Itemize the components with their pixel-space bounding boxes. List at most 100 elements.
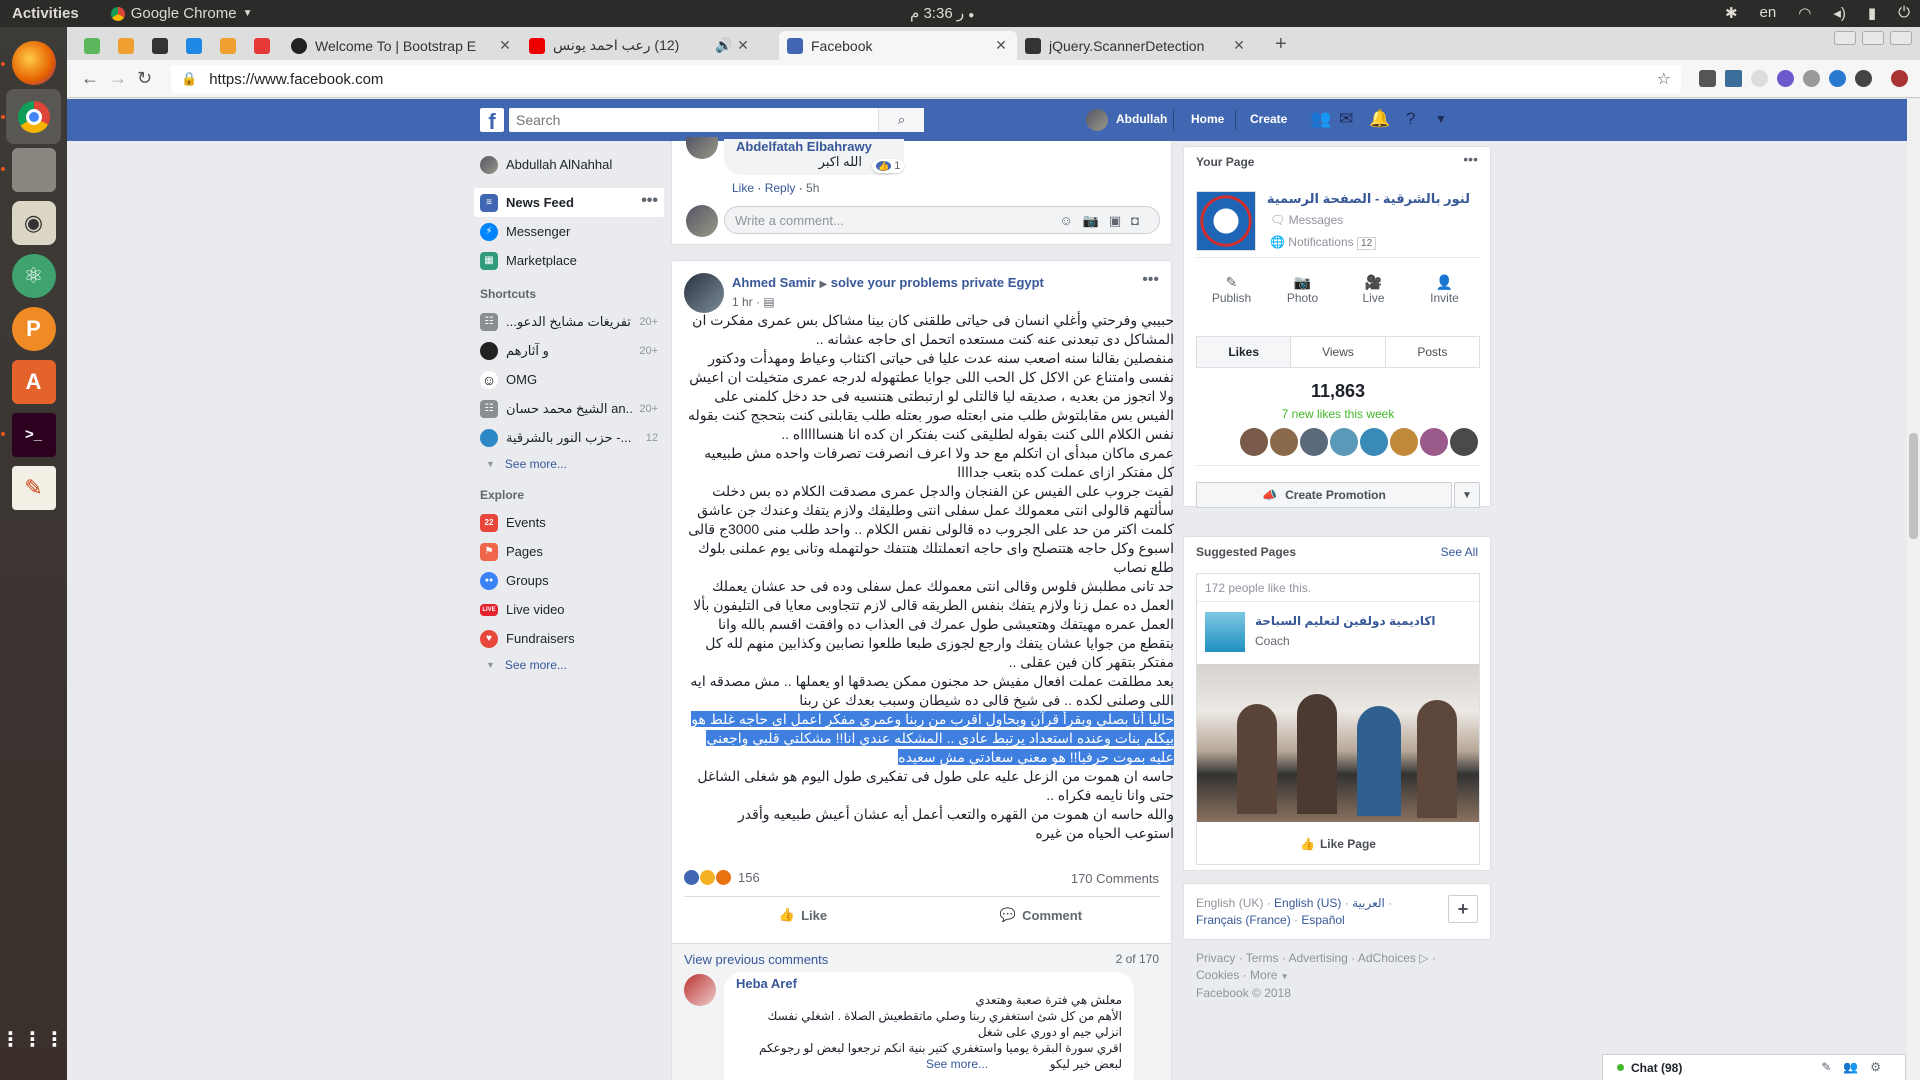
extension-icon[interactable] xyxy=(1725,70,1742,87)
new-tab-button[interactable]: + xyxy=(1275,33,1287,56)
sidebar-item-news-feed[interactable]: ≡ News Feed ••• xyxy=(474,188,664,217)
sidebar-item-pages[interactable]: ⚑ Pages xyxy=(474,537,664,566)
page-messages-link[interactable]: 🗨 Messages xyxy=(1270,213,1343,227)
avatar[interactable] xyxy=(1450,428,1478,456)
pinned-tab[interactable] xyxy=(177,31,211,60)
avatar[interactable] xyxy=(1300,428,1328,456)
suggested-page-thumbnail[interactable] xyxy=(1205,612,1245,652)
settings-gear-icon[interactable]: ⚙ xyxy=(1870,1060,1893,1074)
camera-icon[interactable]: 📷 xyxy=(1083,213,1109,228)
avatar[interactable] xyxy=(686,137,718,159)
promotion-dropdown[interactable]: ▼ xyxy=(1454,482,1480,508)
extension-icon[interactable] xyxy=(1803,70,1820,87)
write-comment-field[interactable]: Write a comment... ☺📷▣◘ xyxy=(724,206,1160,234)
notifications-bell-icon[interactable]: 🔔 xyxy=(1369,109,1390,129)
polipo-launcher[interactable]: P xyxy=(6,301,61,356)
add-language-button[interactable]: + xyxy=(1448,895,1478,923)
footer-link[interactable]: AdChoices xyxy=(1358,951,1416,965)
tab-bootstrap[interactable]: Welcome To | Bootstrap E ✕ xyxy=(283,31,521,60)
comment-like-count[interactable]: 👍 1 xyxy=(872,159,905,173)
shortcut-item[interactable]: و آثارهم 20+ xyxy=(474,336,664,365)
tab-likes[interactable]: Likes xyxy=(1197,337,1292,367)
avatar[interactable] xyxy=(1240,428,1268,456)
sidebar-item-fundraisers[interactable]: ♥ Fundraisers xyxy=(474,624,664,653)
gif-icon[interactable]: ▣ xyxy=(1109,213,1131,228)
minimize-button[interactable] xyxy=(1834,31,1856,45)
messenger-icon[interactable]: ✉ xyxy=(1339,109,1353,129)
language-link[interactable]: Français (France) xyxy=(1196,913,1291,927)
profile-avatar-icon[interactable] xyxy=(1891,70,1908,87)
app-menu[interactable]: Google Chrome ▼ xyxy=(110,5,253,22)
show-apps-button[interactable]: ⋮⋮⋮ xyxy=(1,1012,65,1067)
sidebar-item-messenger[interactable]: ⚡ Messenger xyxy=(474,217,664,246)
page-name[interactable]: لنور بالشرقية - الصفحة الرسمية xyxy=(1267,191,1470,207)
suggested-page-name[interactable]: اكاديمية دولفين لتعليم السباحة xyxy=(1255,614,1436,628)
pinned-tab[interactable] xyxy=(245,31,279,60)
pinned-tab[interactable] xyxy=(143,31,177,60)
invite-action[interactable]: 👤 Invite xyxy=(1409,274,1480,305)
sidebar-item-events[interactable]: 22 Events xyxy=(474,508,664,537)
close-window-button[interactable] xyxy=(1890,31,1912,45)
shortcut-item[interactable]: ☷ الشيخ محمد حسان an.. 20+ xyxy=(474,394,664,423)
new-group-icon[interactable]: 👥 xyxy=(1843,1060,1870,1074)
footer-link[interactable]: Cookies xyxy=(1196,968,1239,982)
avatar[interactable] xyxy=(1360,428,1388,456)
avatar[interactable] xyxy=(1270,428,1298,456)
close-tab-icon[interactable]: ✕ xyxy=(497,37,513,54)
search-input[interactable] xyxy=(509,109,878,131)
files-launcher[interactable] xyxy=(6,142,61,197)
bookmark-star-icon[interactable]: ☆ xyxy=(1657,69,1671,89)
reactions-summary[interactable]: 156 xyxy=(684,870,760,885)
panel-options-icon[interactable]: ••• xyxy=(1463,151,1478,167)
maximize-button[interactable] xyxy=(1862,31,1884,45)
like-page-button[interactable]: 👍 Like Page xyxy=(1197,826,1479,862)
extension-icon[interactable] xyxy=(1855,70,1872,87)
sidebar-item-groups[interactable]: ●● Groups xyxy=(474,566,664,595)
footer-link[interactable]: Privacy xyxy=(1196,951,1235,965)
comment-button[interactable]: 💬 Comment xyxy=(922,897,1160,933)
text-editor-launcher[interactable]: ✎ xyxy=(6,460,61,515)
speaker-icon[interactable]: 🔊 xyxy=(715,37,732,54)
tab-views[interactable]: Views xyxy=(1291,337,1386,367)
address-bar[interactable]: 🔒 https://www.facebook.com ☆ xyxy=(171,65,1681,93)
firefox-launcher[interactable] xyxy=(6,35,61,90)
footer-link[interactable]: More xyxy=(1250,968,1277,982)
language-link[interactable]: Español xyxy=(1301,913,1344,927)
footer-link[interactable]: Advertising xyxy=(1288,951,1347,965)
post-author[interactable]: Ahmed Samir xyxy=(732,275,816,290)
pinned-tab[interactable] xyxy=(75,31,109,60)
avatar[interactable] xyxy=(1420,428,1448,456)
clock[interactable]: ر 3:36 م ● xyxy=(910,4,974,22)
more-options-icon[interactable]: ••• xyxy=(641,192,658,210)
post-time[interactable]: 1 hr xyxy=(732,295,753,309)
facebook-logo-icon[interactable]: f xyxy=(480,108,504,134)
software-launcher[interactable]: A xyxy=(6,354,61,409)
publish-action[interactable]: ✎ Publish xyxy=(1196,274,1267,305)
back-button[interactable]: ← xyxy=(81,68,99,89)
live-action[interactable]: 🎥 Live xyxy=(1338,274,1409,305)
footer-link[interactable]: Terms xyxy=(1246,951,1279,965)
activities-button[interactable]: Activities xyxy=(12,5,79,22)
terminal-launcher[interactable]: >_ xyxy=(6,407,61,462)
avatar[interactable] xyxy=(1330,428,1358,456)
eyedropper-extension-icon[interactable] xyxy=(1699,70,1716,87)
atom-launcher[interactable]: ⚛ xyxy=(6,248,61,303)
sidebar-profile[interactable]: Abdullah AlNahhal xyxy=(474,150,664,179)
pinned-tab[interactable] xyxy=(109,31,143,60)
language-indicator[interactable]: en xyxy=(1760,4,1777,22)
tab-posts[interactable]: Posts xyxy=(1386,337,1479,367)
tab-facebook[interactable]: Facebook ✕ xyxy=(779,31,1017,60)
home-link[interactable]: Home xyxy=(1191,112,1224,126)
page-logo[interactable] xyxy=(1196,191,1256,251)
profile-link[interactable]: Abdullah xyxy=(1116,112,1167,126)
forward-button[interactable]: → xyxy=(109,68,127,89)
post-group[interactable]: solve your problems private Egypt xyxy=(831,275,1044,290)
pinned-tab[interactable] xyxy=(211,31,245,60)
shortcut-item[interactable]: ☺ OMG xyxy=(474,365,664,394)
comment-see-more-link[interactable]: See more... xyxy=(736,1056,988,1072)
help-icon[interactable]: ? xyxy=(1406,109,1415,129)
emoji-icon[interactable]: ☺ xyxy=(1059,213,1082,228)
explore-see-more[interactable]: ▼ See more... xyxy=(474,653,664,677)
comment-author[interactable]: Abdelfatah Elbahrawy xyxy=(736,139,892,154)
chrome-launcher[interactable] xyxy=(6,89,61,144)
